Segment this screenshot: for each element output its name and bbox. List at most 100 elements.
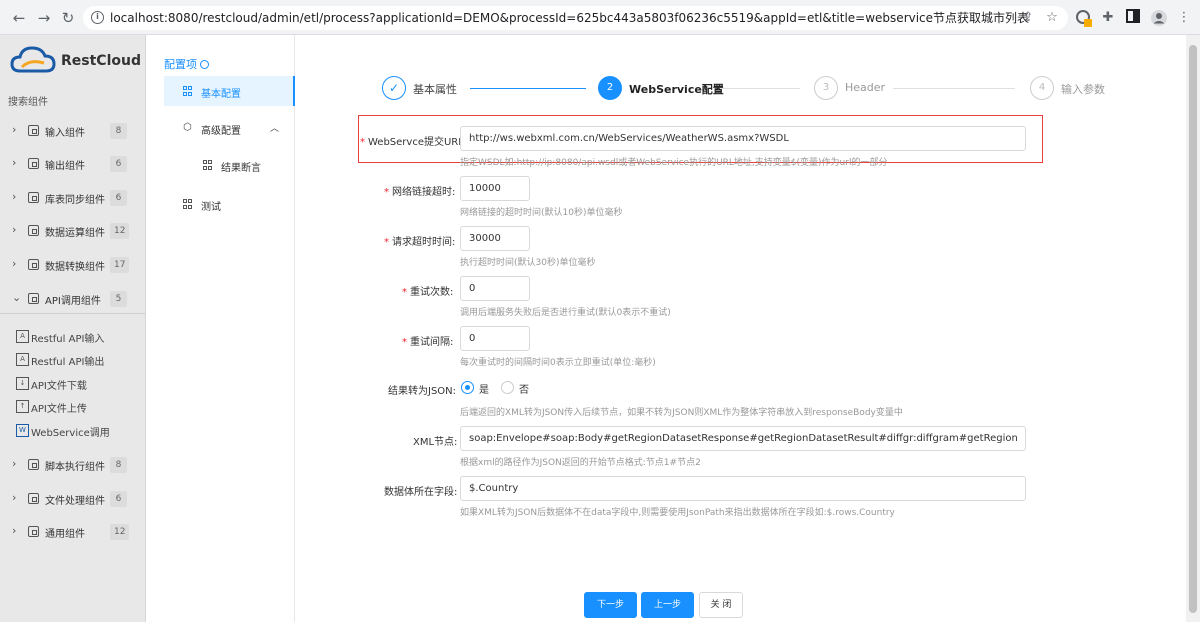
config-nav-label: 基本配置 (201, 89, 241, 100)
grid-icon (183, 86, 193, 96)
group-api-call-components[interactable]: ⌄ API调用组件 5 (0, 284, 146, 314)
group-file-components[interactable]: › 文件处理组件 6 (0, 484, 146, 514)
label-text: 重试间隔: (410, 337, 454, 348)
retry-interval-input[interactable]: 0 (460, 326, 530, 351)
group-label: 数据转换组件 (45, 262, 105, 273)
req-timeout-input[interactable]: 30000 (460, 226, 530, 251)
component-group-icon (28, 293, 39, 304)
group-common-components[interactable]: › 通用组件 12 (0, 517, 146, 547)
back-icon[interactable]: ← (10, 9, 28, 27)
label-text: 网络链接超时: (392, 187, 456, 198)
group-data-transform-components[interactable]: › 数据转换组件 17 (0, 250, 146, 280)
prev-button[interactable]: 上一步 (641, 592, 694, 618)
component-group-icon (28, 225, 39, 236)
step-number: 2 (598, 76, 622, 100)
group-count-badge: 6 (110, 491, 127, 507)
step-title: 基本属性 (413, 83, 457, 96)
bookmark-star-icon[interactable]: ☆ (1043, 9, 1061, 27)
chevron-right-icon: › (12, 223, 17, 236)
scrollbar-thumb[interactable] (1189, 45, 1197, 613)
next-button[interactable]: 下一步 (584, 592, 637, 618)
to-json-yes-label[interactable]: 是 (479, 381, 489, 396)
retry-count-input[interactable]: 0 (460, 276, 530, 301)
grid-icon (183, 199, 193, 209)
cloud-logo-icon (10, 46, 56, 73)
group-data-compute-components[interactable]: › 数据运算组件 12 (0, 216, 146, 246)
config-nav-result-assert[interactable]: 结果断言 (184, 150, 295, 180)
side-panel-icon[interactable] (1124, 9, 1142, 27)
config-nav-label: 结果断言 (221, 163, 261, 174)
step-title: Header (845, 81, 886, 94)
anchor-ring-icon (200, 60, 209, 69)
grid-icon (203, 160, 213, 170)
step-number: 4 (1030, 76, 1054, 100)
site-info-icon[interactable]: i (91, 11, 104, 24)
component-label: API文件下载 (31, 381, 87, 392)
forward-icon[interactable]: → (35, 9, 53, 27)
wsdl-url-input[interactable]: http://ws.webxml.com.cn/WebServices/Weat… (460, 126, 1026, 151)
address-bar[interactable]: i localhost:8080/restcloud/admin/etl/pro… (83, 6, 1068, 30)
close-button[interactable]: 关 闭 (699, 592, 743, 618)
group-script-components[interactable]: › 脚本执行组件 8 (0, 450, 146, 480)
to-json-no-label[interactable]: 否 (519, 381, 529, 396)
group-output-components[interactable]: › 输出组件 6 (0, 149, 146, 179)
file-upload-icon: ↑ (16, 400, 29, 413)
component-label: WebService调用 (31, 428, 110, 439)
search-components-label: 搜索组件 (8, 97, 48, 108)
conn-timeout-input[interactable]: 10000 (460, 176, 530, 201)
chevron-up-icon: ︿ (269, 124, 279, 134)
config-nav-test[interactable]: 测试 (164, 189, 295, 219)
config-nav-label: 测试 (201, 202, 221, 213)
chevron-right-icon: › (12, 524, 17, 537)
step-check-icon: ✓ (382, 76, 406, 100)
page-scrollbar[interactable] (1186, 35, 1200, 622)
group-count-badge: 12 (110, 524, 130, 540)
to-json-yes-radio[interactable] (461, 381, 474, 394)
label-text: WebServce提交URL: (368, 137, 468, 148)
xml-node-input[interactable]: soap:Envelope#soap:Body#getRegionDataset… (460, 426, 1026, 451)
extension-badge-icon[interactable] (1075, 9, 1093, 27)
component-label: API文件上传 (31, 404, 87, 415)
config-nav-advanced[interactable]: ⬡ 高级配置 ︿ (164, 113, 295, 143)
group-table-sync-components[interactable]: › 库表同步组件 6 (0, 183, 146, 213)
group-count-badge: 6 (110, 190, 127, 206)
url-text[interactable]: localhost:8080/restcloud/admin/etl/proce… (110, 10, 1029, 26)
config-nav-basic[interactable]: 基本配置 (164, 76, 295, 106)
group-input-components[interactable]: › 输入组件 8 (0, 116, 146, 146)
logo-text: RestCloud (61, 53, 141, 69)
component-group-icon (28, 259, 39, 270)
xml-node-label: XML节点: (413, 437, 458, 448)
reload-icon[interactable]: ↻ (59, 9, 77, 27)
browser-menu-icon[interactable]: ⋮ (1175, 9, 1193, 27)
group-label: 脚本执行组件 (45, 462, 105, 473)
group-label: 通用组件 (45, 529, 85, 540)
chevron-right-icon: › (12, 123, 17, 136)
browser-toolbar: ← → ↻ i localhost:8080/restcloud/admin/e… (0, 0, 1200, 35)
group-count-badge: 6 (110, 156, 127, 172)
puzzle-extensions-icon[interactable]: ✚ (1099, 9, 1117, 27)
group-label: 库表同步组件 (45, 195, 105, 206)
webservice-icon: W (16, 424, 29, 437)
share-icon[interactable]: ⇪ (1019, 9, 1037, 27)
group-count-badge: 5 (110, 291, 127, 307)
config-nav: 配置项 基本配置 ⬡ 高级配置 ︿ 结果断言 测试 (146, 35, 295, 622)
wsdl-url-label: * WebServce提交URL: (360, 133, 467, 148)
component-group-icon (28, 493, 39, 504)
step-connector (720, 88, 800, 89)
step-connector (893, 88, 1015, 89)
profile-avatar-icon[interactable] (1150, 9, 1168, 27)
group-count-badge: 17 (110, 257, 130, 273)
data-field-input[interactable]: $.Country (460, 476, 1026, 501)
component-group-icon (28, 158, 39, 169)
component-group-icon (28, 526, 39, 537)
required-marker: * (402, 287, 407, 298)
config-title: 配置项 (164, 56, 209, 72)
component-label: Restful API输入 (31, 334, 105, 345)
to-json-no-radio[interactable] (501, 381, 514, 394)
component-label: Restful API输出 (31, 357, 105, 368)
restcloud-logo: RestCloud (10, 45, 141, 77)
label-text: 重试次数: (410, 287, 454, 298)
required-marker: * (360, 137, 365, 148)
group-label: 输入组件 (45, 128, 85, 139)
group-label: 输出组件 (45, 161, 85, 172)
